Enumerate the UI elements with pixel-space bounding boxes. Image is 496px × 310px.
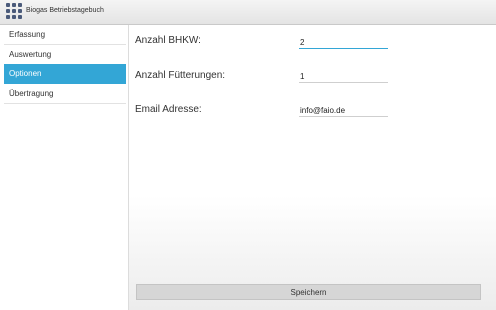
app-grid-icon (5, 2, 23, 20)
email-input[interactable] (299, 104, 388, 117)
action-bar: Biogas Betriebstagebuch (0, 0, 496, 25)
bhkw-count-input[interactable] (299, 36, 388, 49)
app-title: Biogas Betriebstagebuch (26, 7, 104, 14)
sidebar-item-erfassung[interactable]: Erfassung (4, 25, 126, 45)
options-panel: Anzahl BHKW: Anzahl Fütterungen: Email A… (129, 25, 496, 310)
sidebar: Erfassung Auswertung Optionen Übertragun… (0, 25, 129, 310)
sidebar-item-optionen[interactable]: Optionen (4, 64, 126, 84)
email-label: Email Adresse: (135, 104, 202, 115)
bhkw-count-label: Anzahl BHKW: (135, 35, 201, 46)
feedings-count-label: Anzahl Fütterungen: (135, 70, 226, 81)
feedings-count-input[interactable] (299, 70, 388, 83)
sidebar-item-auswertung[interactable]: Auswertung (4, 45, 126, 65)
save-button[interactable]: Speichern (136, 284, 481, 300)
sidebar-item-uebertragung[interactable]: Übertragung (4, 84, 126, 104)
